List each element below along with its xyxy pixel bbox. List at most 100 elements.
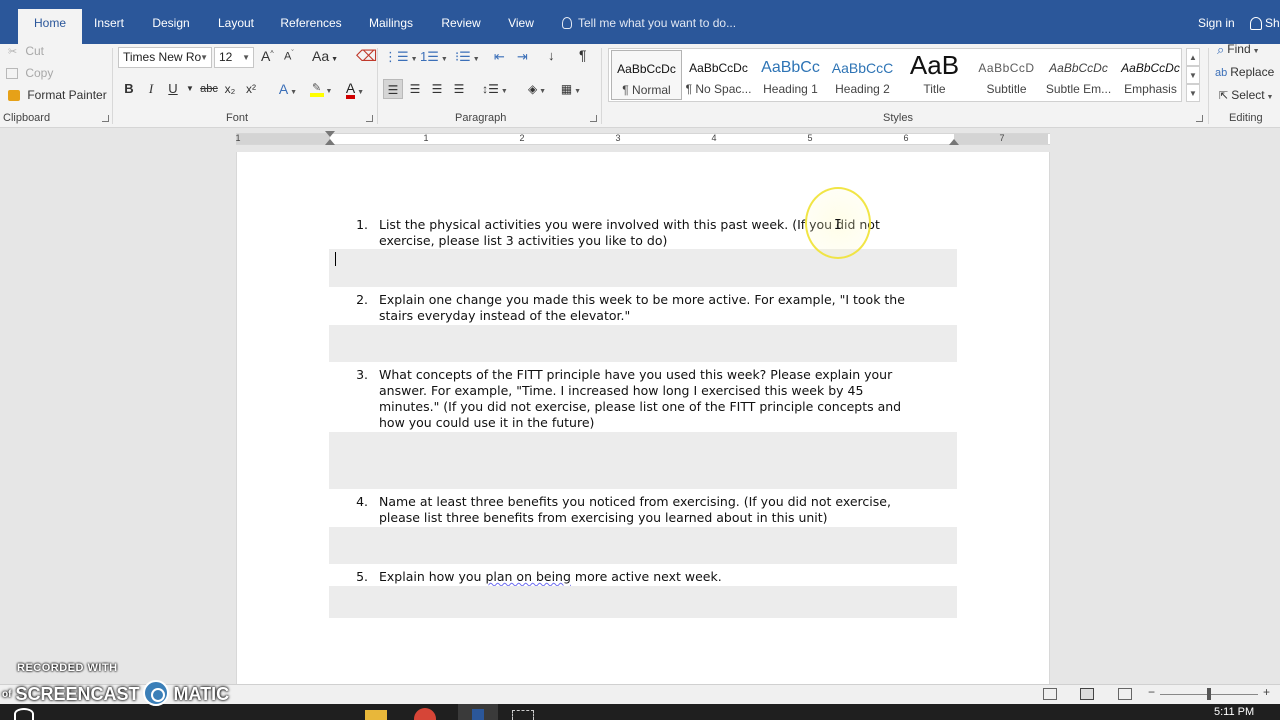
styles-scroll-up[interactable]: ▲ (1186, 48, 1200, 66)
bullets-button[interactable]: ⋮☰ ▼ (384, 49, 418, 65)
tab-layout[interactable]: Layout (212, 8, 260, 38)
chevron-down-icon: ▼ (200, 53, 208, 62)
align-center-button[interactable]: ☰ (406, 79, 424, 99)
tab-review[interactable]: Review (437, 8, 485, 38)
superscript-button[interactable]: x² (243, 79, 259, 99)
copy-icon (6, 68, 18, 80)
taskbar: 5:11 PM (0, 704, 1280, 720)
subscript-button[interactable]: x₂ (222, 79, 238, 99)
question-4[interactable]: Name at least three benefits you noticed… (379, 494, 959, 526)
decrease-indent-button[interactable]: ⇤ (494, 49, 505, 65)
style-heading-2[interactable]: AaBbCcC Heading 2 (827, 50, 898, 100)
style-normal[interactable]: AaBbCcDc ¶ Normal (611, 50, 682, 100)
styles-scroll-down[interactable]: ▼ (1186, 66, 1200, 84)
styles-dialog-launcher[interactable] (1196, 115, 1203, 122)
select-button[interactable]: ⇱ Select ▼ (1219, 88, 1273, 102)
show-formatting-button[interactable]: ¶ (579, 47, 587, 63)
snipping-icon[interactable] (512, 710, 534, 720)
grow-font-button[interactable]: A^ (261, 48, 274, 64)
read-mode-icon[interactable] (1043, 688, 1057, 700)
answer-box-4[interactable] (329, 527, 957, 564)
sign-in-link[interactable]: Sign in (1198, 8, 1235, 38)
tab-home[interactable]: Home (18, 9, 82, 44)
strikethrough-button[interactable]: abc (198, 79, 220, 99)
answer-box-5[interactable] (329, 586, 957, 618)
search-icon[interactable] (14, 708, 34, 720)
horizontal-ruler[interactable]: 1 1 2 3 4 5 6 7 (235, 131, 1050, 145)
question-text: Explain how you (379, 569, 486, 584)
editing-group-label: Editing (1229, 112, 1263, 124)
font-dialog-launcher[interactable] (366, 115, 373, 122)
line-spacing-button[interactable]: ↕☰ ▼ (480, 79, 510, 99)
ruler-number: 4 (711, 133, 717, 143)
bold-button[interactable]: B (122, 79, 136, 99)
zoom-out-button[interactable]: − (1148, 685, 1155, 699)
italic-button[interactable]: I (145, 79, 157, 99)
question-1[interactable]: List the physical activities you were in… (379, 217, 959, 249)
clear-formatting-button[interactable]: ⌫ (356, 47, 377, 65)
word-taskbar-button[interactable] (458, 704, 498, 720)
change-case-button[interactable]: Aa ▼ (312, 48, 338, 64)
question-line: how you could use it in the future) (379, 415, 595, 430)
question-line: List the physical activities you were in… (379, 217, 880, 232)
question-5[interactable]: Explain how you plan on being more activ… (379, 569, 959, 585)
find-button[interactable]: ⌕ Find ▼ (1217, 42, 1260, 58)
align-left-icon: ☰ (387, 83, 399, 97)
style-subtitle[interactable]: AaBbCcD Subtitle (971, 50, 1042, 100)
screencast-logo-icon (143, 680, 170, 706)
font-color-button[interactable]: A ▼ (340, 79, 370, 99)
style-no-spacing[interactable]: AaBbCcDc ¶ No Spac... (683, 50, 754, 100)
justify-button[interactable]: ☰ (450, 79, 468, 99)
style-emphasis[interactable]: AaBbCcDc Emphasis (1115, 50, 1186, 100)
zoom-slider-thumb[interactable] (1207, 688, 1211, 700)
underline-button[interactable]: U (166, 79, 180, 99)
first-line-indent-marker[interactable] (325, 131, 335, 137)
tab-insert[interactable]: Insert (88, 8, 130, 38)
print-layout-icon[interactable] (1080, 688, 1094, 700)
tell-me-box[interactable]: Tell me what you want to do... (562, 8, 736, 38)
cut-button[interactable]: ✂ Cut (8, 44, 44, 58)
question-3[interactable]: What concepts of the FITT principle have… (379, 367, 959, 431)
font-size-combo[interactable]: 12 ▼ (214, 47, 254, 68)
watermark-logo: of SCREENCAST MATIC (2, 680, 229, 706)
tab-view[interactable]: View (502, 8, 540, 38)
answer-box-3[interactable] (329, 432, 957, 489)
copy-button[interactable]: Copy (6, 66, 53, 80)
web-layout-icon[interactable] (1118, 688, 1132, 700)
chrome-icon[interactable] (414, 708, 436, 720)
font-name-combo[interactable]: Times New Ro ▼ (118, 47, 212, 68)
multilevel-list-button[interactable]: ⁝☰ ▼ (455, 49, 480, 65)
style-subtle-emphasis[interactable]: AaBbCcDc Subtle Em... (1043, 50, 1114, 100)
shrink-font-button[interactable]: Aˇ (284, 50, 294, 63)
style-preview: AaBbCc (761, 59, 820, 76)
borders-button[interactable]: ▦ ▼ (556, 79, 586, 99)
tab-references[interactable]: References (278, 8, 344, 38)
share-button[interactable]: Sh (1250, 8, 1280, 38)
tab-mailings[interactable]: Mailings (363, 8, 419, 38)
increase-indent-button[interactable]: ⇥ (517, 49, 528, 65)
clipboard-dialog-launcher[interactable] (102, 115, 109, 122)
shading-button[interactable]: ◈ ▼ (522, 79, 552, 99)
underline-dropdown[interactable]: ▼ (185, 79, 195, 99)
hanging-indent-marker[interactable] (325, 139, 335, 145)
replace-button[interactable]: ab Replace (1215, 65, 1274, 79)
text-effects-button[interactable]: A ▼ (275, 79, 301, 99)
align-left-button[interactable]: ☰ (383, 79, 403, 99)
sort-button[interactable]: ↓ (548, 48, 555, 63)
align-right-button[interactable]: ☰ (428, 79, 446, 99)
style-title[interactable]: AaB Title (899, 50, 970, 100)
paragraph-dialog-launcher[interactable] (590, 115, 597, 122)
question-2[interactable]: Explain one change you made this week to… (379, 292, 959, 324)
styles-more[interactable]: ▼ (1186, 84, 1200, 102)
format-painter-button[interactable]: Format Painter (8, 88, 107, 102)
right-indent-marker[interactable] (949, 139, 959, 145)
answer-box-1[interactable] (329, 249, 957, 287)
format-painter-label: Format Painter (27, 88, 107, 102)
zoom-in-button[interactable]: + (1263, 685, 1270, 699)
numbering-button[interactable]: 1☰ ▼ (420, 49, 448, 65)
highlight-button[interactable]: ✎ ▼ (306, 79, 336, 99)
answer-box-2[interactable] (329, 325, 957, 362)
style-heading-1[interactable]: AaBbCc Heading 1 (755, 50, 826, 100)
folder-icon[interactable] (365, 710, 387, 720)
tab-design[interactable]: Design (147, 8, 195, 38)
